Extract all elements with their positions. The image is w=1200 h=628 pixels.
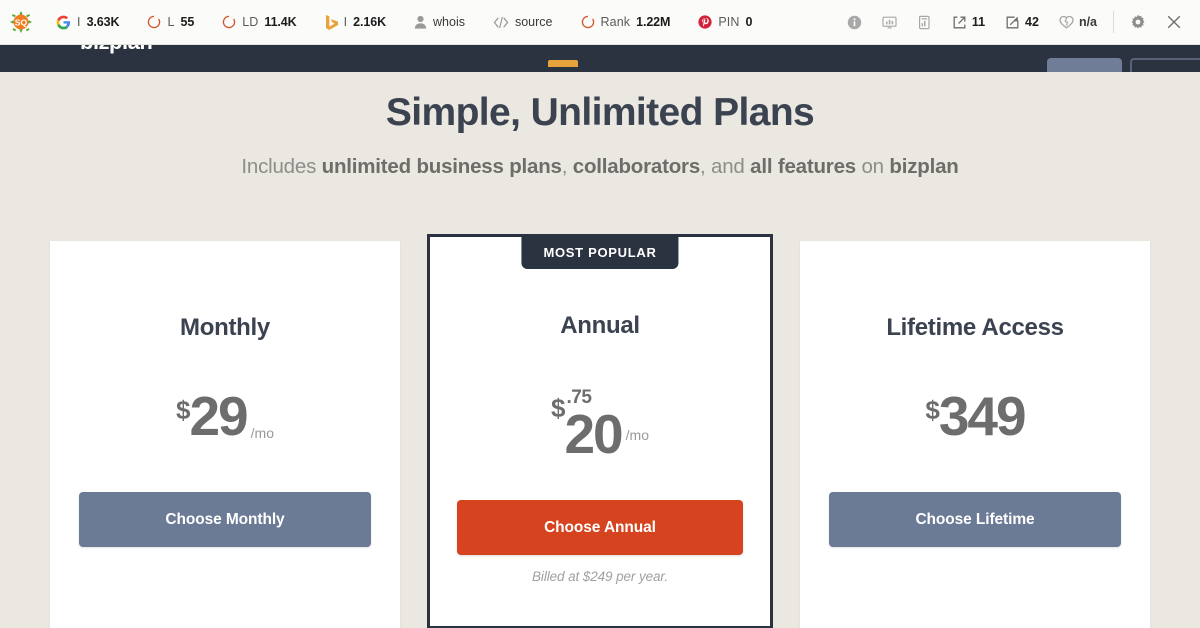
- active-tab-indicator: [548, 60, 578, 67]
- metric-whois[interactable]: whois: [400, 0, 479, 45]
- subtitle-part-4: on: [855, 155, 890, 178]
- most-popular-badge: MOST POPULAR: [521, 237, 679, 269]
- person-icon: [414, 15, 427, 29]
- nav-primary-button[interactable]: [1047, 58, 1122, 72]
- choose-annual-button[interactable]: Choose Annual: [457, 500, 743, 555]
- external-links-count: 11: [971, 15, 986, 29]
- plan-name: Annual: [560, 312, 640, 339]
- code-icon: [493, 16, 509, 29]
- price-amount: 29: [189, 385, 248, 447]
- price-amount: 20: [564, 403, 623, 465]
- metric-label: LD: [242, 15, 259, 29]
- close-button[interactable]: [1156, 0, 1192, 45]
- subtitle-bold-4: bizplan: [889, 155, 959, 178]
- moz-circle-icon: [147, 15, 161, 29]
- settings-button[interactable]: [1120, 0, 1156, 45]
- metric-label: PIN: [718, 15, 740, 29]
- metric-value: 1.22M: [636, 15, 671, 29]
- price-period: /mo: [250, 425, 274, 441]
- page-subtitle: Includes unlimited business plans, colla…: [0, 155, 1200, 179]
- billing-note: Billed at $249 per year.: [532, 569, 668, 584]
- page-analysis-icon: [882, 15, 897, 30]
- currency-symbol: $: [176, 395, 191, 425]
- site-logo[interactable]: bizplan: [80, 45, 153, 55]
- plan-name: Lifetime Access: [886, 314, 1064, 341]
- metric-bing-index[interactable]: I 2.16K: [311, 0, 400, 45]
- pricing-page: Simple, Unlimited Plans Includes unlimit…: [0, 72, 1200, 628]
- page-report-icon: [917, 15, 932, 30]
- metric-label: whois: [433, 15, 465, 29]
- subtitle-bold-3: all features: [750, 155, 856, 178]
- external-links-button[interactable]: 11: [942, 0, 995, 45]
- metric-alexa-rank[interactable]: Rank 1.22M: [567, 0, 685, 45]
- broken-heart-icon: [1059, 15, 1074, 29]
- subtitle-part-1: Includes: [241, 155, 322, 178]
- metric-value: 0: [745, 15, 753, 29]
- metric-moz-linking-domains[interactable]: LD 11.4K: [208, 0, 310, 45]
- metric-moz-links[interactable]: L 55: [133, 0, 208, 45]
- metric-pinterest-pins[interactable]: PIN 0: [684, 0, 766, 45]
- seoquake-sun-icon[interactable]: SQ: [0, 11, 42, 33]
- metric-google-index[interactable]: I 3.63K: [42, 0, 133, 45]
- close-icon: [1166, 14, 1182, 30]
- plan-price: $ 29 /mo: [50, 389, 400, 444]
- metric-label: source: [514, 15, 553, 29]
- subtitle-part-2: ,: [561, 155, 573, 178]
- price-period: /mo: [625, 427, 649, 443]
- page-info-button[interactable]: [837, 0, 872, 45]
- toolbar-divider: [1113, 11, 1114, 33]
- choose-monthly-button[interactable]: Choose Monthly: [79, 492, 371, 547]
- metric-value: 3.63K: [86, 15, 120, 29]
- metric-label: Rank: [600, 15, 631, 29]
- moz-circle-icon: [222, 15, 236, 29]
- price-stack: .75 20: [564, 387, 623, 465]
- internal-links-count: 42: [1025, 15, 1039, 29]
- pricing-card-lifetime: Lifetime Access $ 349 Choose Lifetime: [800, 241, 1150, 628]
- page-analysis-button[interactable]: [872, 0, 907, 45]
- metric-value: 2.16K: [353, 15, 387, 29]
- currency-symbol: $: [551, 393, 566, 423]
- metric-label: I: [77, 15, 81, 29]
- nav-secondary-button[interactable]: [1130, 58, 1200, 72]
- page-report-button[interactable]: [907, 0, 942, 45]
- pricing-cards: Monthly $ 29 /mo Choose Monthly MOST POP…: [0, 234, 1200, 628]
- social-health-button[interactable]: n/a: [1049, 0, 1107, 45]
- metric-value: 55: [180, 15, 195, 29]
- pricing-card-annual: MOST POPULAR Annual $ .75 20 /mo Choose …: [427, 234, 773, 628]
- price-amount: 349: [938, 385, 1027, 447]
- internal-links-icon: [1005, 15, 1020, 30]
- plan-price: $ .75 20 /mo: [430, 387, 770, 462]
- external-links-icon: [952, 15, 967, 30]
- metric-source[interactable]: source: [479, 0, 567, 45]
- gear-icon: [1130, 14, 1146, 30]
- site-navbar: bizplan: [0, 45, 1200, 72]
- page-title: Simple, Unlimited Plans: [385, 91, 815, 134]
- google-icon: [56, 15, 71, 30]
- choose-lifetime-button[interactable]: Choose Lifetime: [829, 492, 1121, 547]
- pricing-card-monthly: Monthly $ 29 /mo Choose Monthly: [50, 241, 400, 628]
- plan-price: $ 349: [800, 389, 1150, 444]
- toolbar-right-cluster: 11 42 n/a: [837, 0, 1200, 45]
- seo-toolbar: SQ I 3.63K L 55 LD 11.4K I 2.16K whois s…: [0, 0, 1200, 45]
- svg-text:SQ: SQ: [15, 17, 28, 27]
- pinterest-icon: [698, 15, 712, 29]
- social-health-value: n/a: [1078, 15, 1097, 29]
- toolbar-metrics: I 3.63K L 55 LD 11.4K I 2.16K whois sour…: [42, 0, 766, 45]
- internal-links-button[interactable]: 42: [995, 0, 1049, 45]
- bing-icon: [325, 14, 338, 30]
- metric-label: L: [167, 15, 175, 29]
- info-icon: [847, 15, 862, 30]
- subtitle-bold-1: unlimited business plans: [321, 155, 562, 178]
- plan-name: Monthly: [180, 314, 270, 341]
- subtitle-part-3: , and: [700, 155, 751, 178]
- currency-symbol: $: [925, 395, 940, 425]
- subtitle-bold-2: collaborators: [572, 155, 701, 178]
- metric-label: I: [343, 15, 348, 29]
- alexa-circle-icon: [581, 15, 595, 29]
- metric-value: 11.4K: [264, 15, 297, 29]
